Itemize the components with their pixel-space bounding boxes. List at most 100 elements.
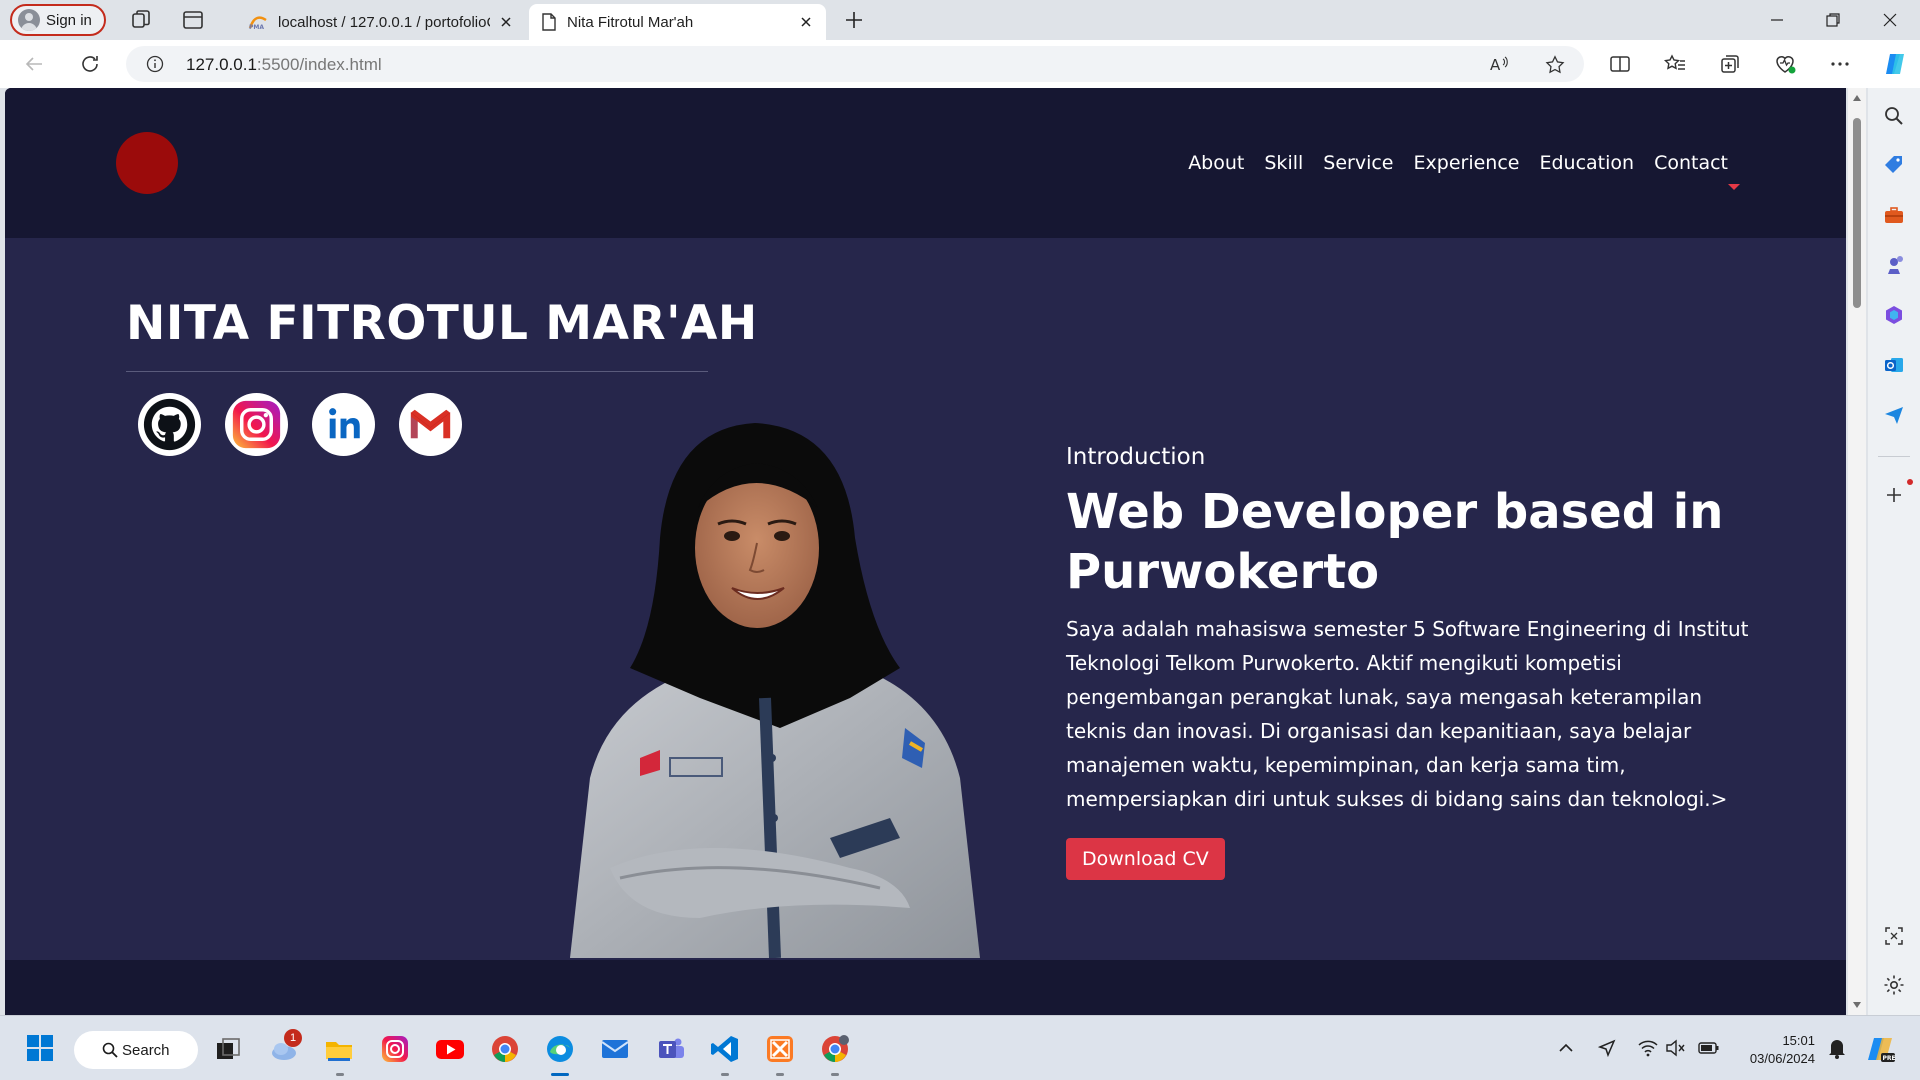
shopping-tag-icon[interactable] [1882, 153, 1906, 177]
mail-icon[interactable] [600, 1034, 630, 1064]
minimize-icon[interactable] [1765, 8, 1789, 32]
site-logo[interactable] [116, 132, 178, 194]
running-indicator [336, 1073, 344, 1076]
hero-section: NITA FITROTUL MAR'AH Introduction Web De… [5, 238, 1846, 960]
gmail-icon [410, 409, 451, 439]
search-icon [102, 1042, 118, 1058]
nav-education[interactable]: Education [1539, 152, 1634, 174]
nav-about[interactable]: About [1188, 152, 1244, 174]
favorite-star-icon[interactable] [1544, 54, 1566, 76]
location-icon[interactable] [1597, 1038, 1617, 1058]
instagram-icon [232, 400, 281, 449]
tools-briefcase-icon[interactable] [1882, 203, 1906, 227]
intro-block: Introduction Web Developer based in Purw… [1066, 444, 1786, 880]
browser-toolbar: 127.0.0.1:5500/index.html A [0, 40, 1920, 88]
intro-description: Saya adalah mahasiswa semester 5 Softwar… [1066, 617, 1749, 811]
sign-in-label: Sign in [46, 11, 92, 29]
outlook-icon[interactable] [1882, 353, 1906, 377]
battery-icon[interactable] [1697, 1038, 1721, 1058]
collections-icon[interactable] [1718, 52, 1742, 76]
search-icon[interactable] [1882, 104, 1906, 128]
notification-dot [1907, 479, 1913, 485]
tab-portfolio[interactable]: Nita Fitrotul Mar'ah [529, 4, 826, 40]
chrome-profile-icon[interactable] [820, 1034, 850, 1064]
favorites-icon[interactable] [1663, 52, 1687, 76]
url-path: :5500/index.html [256, 55, 382, 74]
games-icon[interactable] [1882, 253, 1906, 277]
split-screen-icon[interactable] [1608, 52, 1632, 76]
read-aloud-icon[interactable]: A [1489, 54, 1511, 74]
scroll-down-arrow-icon[interactable] [1851, 999, 1863, 1011]
profile-portrait-image [570, 423, 980, 958]
nav-contact[interactable]: Contact [1654, 152, 1728, 174]
xampp-icon[interactable] [765, 1034, 795, 1064]
address-bar[interactable]: 127.0.0.1:5500/index.html A [126, 46, 1584, 82]
restore-icon[interactable] [1821, 8, 1845, 32]
more-options-icon[interactable] [1828, 52, 1852, 76]
url-host: 127.0.0.1 [186, 55, 257, 74]
site-info-icon[interactable] [146, 55, 164, 73]
intro-kicker: Introduction [1066, 444, 1206, 470]
sidebar-settings-gear-icon[interactable] [1882, 973, 1906, 997]
github-link[interactable] [138, 393, 201, 456]
edge-browser-icon[interactable] [545, 1034, 575, 1064]
vscode-icon[interactable] [710, 1034, 740, 1064]
teams-icon[interactable] [656, 1034, 686, 1064]
close-tab-icon[interactable] [498, 14, 514, 30]
sidebar-divider [1878, 456, 1910, 457]
add-sidebar-app-icon[interactable] [1882, 483, 1906, 507]
new-tab-icon[interactable] [842, 8, 866, 32]
tab-title: Nita Fitrotul Mar'ah [567, 13, 694, 31]
youtube-app-icon[interactable] [435, 1034, 465, 1064]
task-view-icon[interactable] [213, 1034, 243, 1064]
running-indicator [831, 1073, 839, 1076]
microsoft-365-icon[interactable] [1882, 303, 1906, 327]
svg-text:A: A [1490, 56, 1501, 74]
profile-sign-in-button[interactable]: Sign in [10, 4, 106, 36]
close-window-icon[interactable] [1878, 8, 1902, 32]
close-tab-icon[interactable] [798, 14, 814, 30]
chrome-icon[interactable] [490, 1034, 520, 1064]
instagram-app-icon[interactable] [380, 1034, 410, 1064]
copilot-preview-icon[interactable]: PRE [1866, 1034, 1896, 1064]
hero-name: NITA FITROTUL MAR'AH [126, 296, 758, 351]
wifi-icon[interactable] [1637, 1038, 1659, 1058]
page-viewport: About Skill Service Experience Education… [5, 88, 1846, 1015]
tab-title: localhost / 127.0.0.1 / portofolioCV [278, 13, 490, 31]
scrollbar-thumb[interactable] [1853, 118, 1861, 308]
instagram-link[interactable] [225, 393, 288, 456]
page-scrollbar[interactable] [1848, 88, 1866, 1015]
file-explorer-icon[interactable] [324, 1034, 354, 1064]
intro-title: Web Developer based in Purwokerto [1066, 484, 1724, 600]
tab-actions-icon[interactable] [181, 8, 205, 32]
linkedin-link[interactable] [312, 393, 375, 456]
refresh-icon[interactable] [78, 52, 102, 76]
system-clock[interactable]: 15:01 03/06/2024 [1735, 1032, 1815, 1068]
browser-essentials-icon[interactable] [1773, 52, 1797, 76]
send-drop-icon[interactable] [1882, 403, 1906, 427]
nav-experience[interactable]: Experience [1414, 152, 1520, 174]
next-section-edge [5, 960, 1846, 1015]
phpmyadmin-favicon-icon: PMA [248, 16, 267, 30]
windows-start-icon[interactable] [25, 1033, 55, 1063]
download-cv-button[interactable]: Download CV [1066, 838, 1225, 880]
show-hidden-icons-chevron-icon[interactable] [1557, 1041, 1575, 1055]
nav-service[interactable]: Service [1323, 152, 1393, 174]
tab-phpmyadmin[interactable]: PMA localhost / 127.0.0.1 / portofolioCV [236, 4, 526, 40]
weather-notification-badge: 1 [284, 1029, 302, 1047]
svg-text:PMA: PMA [249, 24, 264, 30]
gmail-link[interactable] [399, 393, 462, 456]
avatar-icon [18, 9, 40, 31]
screenshot-icon[interactable] [1882, 924, 1906, 948]
back-icon[interactable] [22, 52, 46, 76]
scroll-up-arrow-icon[interactable] [1851, 92, 1863, 104]
taskbar-search-box[interactable]: Search [74, 1031, 198, 1069]
windows-taskbar: Search 15:01 03/06/2024 PRE [0, 1015, 1920, 1080]
nav-skill[interactable]: Skill [1264, 152, 1303, 174]
workspaces-icon[interactable] [129, 8, 153, 32]
notifications-bell-icon[interactable] [1826, 1036, 1848, 1060]
copilot-icon[interactable] [1882, 50, 1910, 78]
volume-muted-icon[interactable] [1665, 1038, 1687, 1058]
clock-date: 03/06/2024 [1749, 1051, 1815, 1066]
url-text: 127.0.0.1:5500/index.html [186, 55, 382, 75]
